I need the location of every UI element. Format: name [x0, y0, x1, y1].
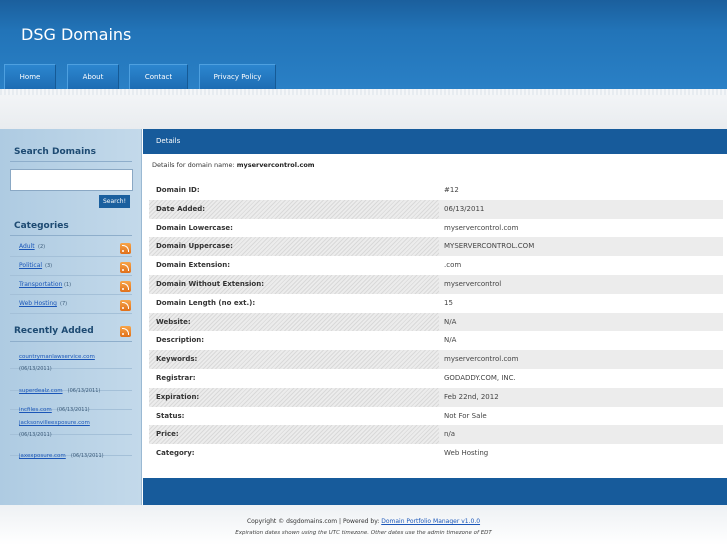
row-value: 15 — [444, 298, 453, 307]
main-content: Details Details for domain name: myserve… — [143, 129, 727, 505]
category-link[interactable]: Web Hosting — [19, 300, 57, 307]
table-row: Date Added: 06/13/2011 — [149, 199, 723, 219]
rss-icon[interactable] — [120, 326, 131, 337]
recent-item: superdealz.com (06/13/2011) — [10, 371, 132, 394]
category-count: (7) — [60, 301, 68, 307]
table-row: Description: N/A — [149, 331, 723, 350]
row-value: myservercontrol.com — [444, 355, 519, 364]
divider — [10, 235, 132, 236]
categories-heading: Categories — [14, 221, 69, 231]
divider — [10, 161, 132, 162]
recent-domain-link[interactable]: jacksonvilleexposure.com — [19, 420, 90, 426]
table-row: Keywords: myservercontrol.com — [149, 350, 723, 369]
row-label: Domain Without Extension: — [149, 275, 439, 294]
category-link[interactable]: Adult — [19, 243, 35, 250]
nav-about[interactable]: About — [67, 64, 119, 89]
main-bottom-bar — [143, 478, 727, 505]
row-value: MYSERVERCONTROL.COM — [444, 242, 535, 251]
table-row: Domain ID: #12 — [149, 181, 723, 200]
divider — [10, 341, 132, 342]
table-row: Registrar: GODADDY.COM, INC. — [149, 369, 723, 388]
table-row: Expiration: Feb 22nd, 2012 — [149, 387, 723, 407]
row-value: Feb 22nd, 2012 — [444, 392, 499, 401]
row-value: .com — [444, 261, 462, 270]
row-label: Price: — [149, 425, 439, 445]
table-row: Domain Lowercase: myservercontrol.com — [149, 219, 723, 238]
row-label: Registrar: — [156, 374, 196, 382]
row-value: 06/13/2011 — [444, 204, 485, 213]
row-label: Domain ID: — [156, 186, 200, 194]
details-header: Details — [143, 129, 727, 154]
category-count: (3) — [45, 263, 53, 269]
search-heading: Search Domains — [14, 147, 96, 157]
nav-home[interactable]: Home — [4, 64, 56, 89]
table-row: Domain Extension: .com — [149, 256, 723, 275]
nav-contact[interactable]: Contact — [129, 64, 188, 89]
table-row: Domain Uppercase: MYSERVERCONTROL.COM — [149, 237, 723, 257]
row-label: Date Added: — [149, 199, 439, 219]
row-label: Status: — [156, 411, 185, 420]
row-value: myservercontrol.com — [444, 223, 519, 232]
row-label: Domain Lowercase: — [156, 223, 233, 232]
recent-item: countrymanlawservice.com (06/13/2011) — [10, 345, 132, 372]
rss-icon[interactable] — [120, 300, 131, 311]
row-value: n/a — [444, 430, 456, 439]
footer: Copyright © dsgdomains.com | Powered by:… — [0, 505, 727, 545]
row-label: Category: — [156, 449, 195, 458]
row-value: myservercontrol — [444, 280, 502, 288]
category-count: (2) — [38, 244, 46, 250]
category-link[interactable]: Political — [19, 262, 42, 269]
category-link[interactable]: Transportation — [19, 281, 62, 288]
row-value: N/A — [444, 336, 457, 345]
row-value: GODADDY.COM, INC. — [444, 374, 516, 382]
table-row: Category: Web Hosting — [149, 444, 723, 463]
row-label: Keywords: — [149, 350, 439, 369]
footer-note: Expiration dates shown using the UTC tim… — [235, 530, 492, 536]
table-row: Domain Length (no ext.): 15 — [149, 294, 723, 313]
table-row: Price: n/a — [149, 425, 723, 445]
table-row: Status: Not For Sale — [149, 407, 723, 426]
intro-prefix: Details for domain name: — [152, 161, 237, 169]
recent-item: jaxexposure.com (06/13/2011) — [10, 437, 132, 459]
rss-icon[interactable] — [120, 243, 131, 254]
recent-item: incfiles.com (06/13/2011) — [10, 391, 132, 413]
category-count: (1) — [64, 282, 72, 288]
recent-date: (06/13/2011) — [70, 453, 104, 459]
search-input[interactable] — [10, 169, 133, 191]
table-row: Website: N/A — [149, 312, 723, 332]
copyright-text: Copyright © dsgdomains.com | Powered by: — [246, 518, 382, 525]
nav-privacy-policy[interactable]: Privacy Policy — [199, 64, 276, 89]
header-band — [0, 89, 727, 129]
row-value: #12 — [444, 186, 459, 194]
category-item-adult: Adult (2) — [10, 239, 132, 257]
powered-by-link[interactable]: Domain Portfolio Manager v1.0.0 — [381, 518, 480, 525]
category-item-political: Political (3) — [10, 258, 132, 276]
site-title[interactable]: DSG Domains — [21, 25, 131, 44]
row-label: Description: — [156, 336, 205, 345]
domain-name: myservercontrol.com — [236, 161, 315, 169]
recent-domain-link[interactable]: jaxexposure.com — [19, 453, 66, 459]
row-value: N/A — [444, 317, 457, 326]
footer-copyright: Copyright © dsgdomains.com | Powered by:… — [0, 518, 727, 525]
recent-item: jacksonvilleexposure.com (06/13/2011) — [10, 411, 132, 438]
row-label: Website: — [149, 312, 439, 332]
recent-domain-link[interactable]: countrymanlawservice.com — [19, 354, 95, 360]
row-label: Domain Length (no ext.): — [156, 298, 256, 307]
rss-icon[interactable] — [120, 281, 131, 292]
site-header: DSG Domains Home About Contact Privacy P… — [0, 0, 727, 89]
row-value: Not For Sale — [444, 411, 487, 420]
rss-icon[interactable] — [120, 262, 131, 273]
row-label: Domain Uppercase: — [149, 237, 439, 257]
details-intro: Details for domain name: myservercontrol… — [152, 161, 315, 169]
row-value: Web Hosting — [444, 449, 489, 458]
recent-heading: Recently Added — [14, 326, 94, 336]
row-label: Domain Extension: — [156, 261, 230, 270]
category-item-transportation: Transportation (1) — [10, 277, 132, 295]
category-item-web-hosting: Web Hosting (7) — [10, 296, 132, 314]
search-button[interactable]: Search! — [99, 195, 130, 208]
row-label: Expiration: — [149, 387, 439, 407]
table-row: Domain Without Extension: myservercontrol — [149, 275, 723, 294]
